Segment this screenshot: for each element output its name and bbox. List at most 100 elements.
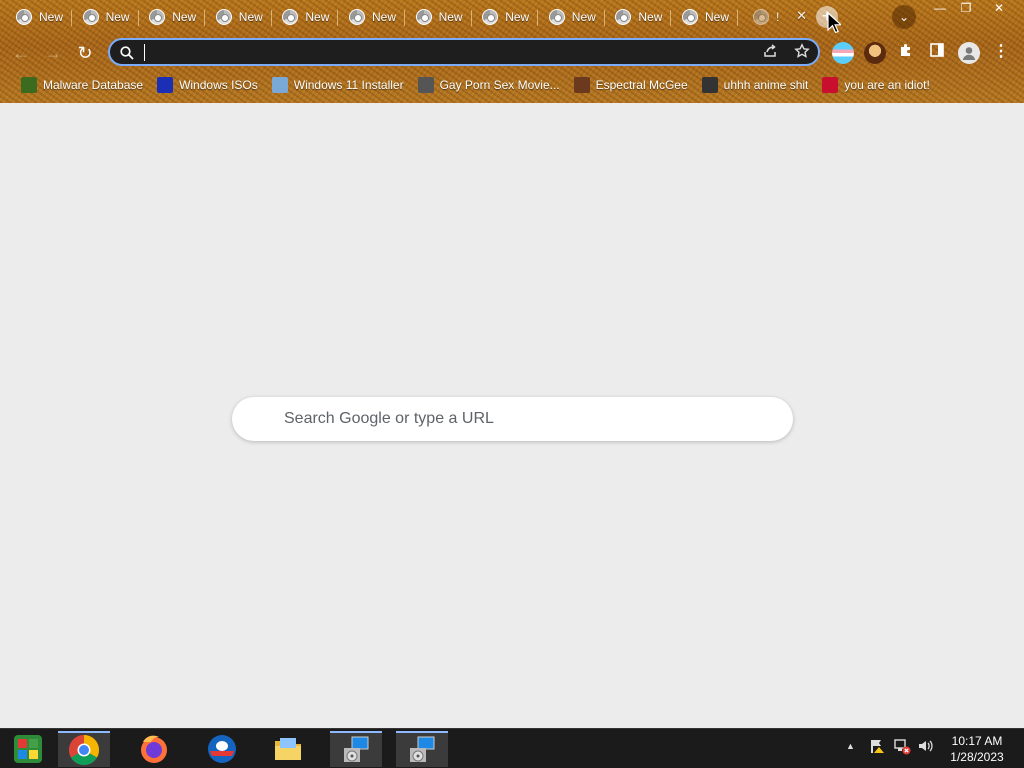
mouse-cursor-icon <box>827 12 841 34</box>
chrome-favicon-icon <box>615 9 632 25</box>
tab[interactable]: New <box>539 4 605 30</box>
text-caret <box>144 44 145 61</box>
clock-date: 1/28/2023 <box>950 750 1004 764</box>
reload-button[interactable]: ↻ <box>72 40 98 66</box>
bookmark-item[interactable]: Windows ISOs <box>150 74 265 96</box>
tab[interactable]: New <box>206 4 272 30</box>
chrome-favicon-icon <box>415 9 432 25</box>
clock-time: 10:17 AM <box>951 734 1003 748</box>
bookmark-label: Malware Database <box>43 78 144 92</box>
tab-title: New <box>238 10 263 24</box>
tab-title: New <box>39 10 64 24</box>
clock[interactable]: 10:17 AM 1/28/2023 <box>932 733 1022 765</box>
bookmark-label: Windows 11 Installer <box>293 78 404 92</box>
tab[interactable]: New <box>672 4 738 30</box>
bookmark-favicon-icon <box>701 77 718 93</box>
chrome-favicon-icon <box>282 9 299 25</box>
minimize-button[interactable]: — <box>926 0 954 18</box>
menu-kebab-icon[interactable]: ⋮ <box>990 42 1012 64</box>
bookmark-item[interactable]: Windows 11 Installer <box>265 74 411 96</box>
tab-title: New <box>305 10 330 24</box>
forward-button[interactable]: → <box>40 40 66 66</box>
tab[interactable]: New <box>73 4 139 30</box>
show-hidden-icons-button[interactable]: ▲ <box>846 741 855 751</box>
bookmark-label: Espectral McGee <box>595 78 688 92</box>
tab-title: New <box>705 10 730 24</box>
tab-title: New <box>172 10 197 24</box>
taskbar-installer-1[interactable] <box>330 731 382 767</box>
tab-title: ! <box>776 10 780 24</box>
toolbar: ← → ↻ ⋮ <box>0 36 1024 70</box>
bookmark-item[interactable]: you are an idiot! <box>815 74 936 96</box>
restore-button[interactable]: ❐ <box>952 0 980 18</box>
network-error-icon[interactable] <box>893 737 911 758</box>
tab-close-icon[interactable]: ✕ <box>796 8 807 24</box>
tab-title: New <box>638 10 663 24</box>
address-input[interactable] <box>142 42 742 62</box>
tab-title: New <box>105 10 130 24</box>
installer-icon <box>410 736 435 762</box>
star-icon[interactable] <box>792 43 812 63</box>
address-bar[interactable] <box>108 38 820 66</box>
tab-title: New <box>372 10 397 24</box>
bookmark-favicon-icon <box>417 77 434 93</box>
tab-title: New <box>438 10 463 24</box>
bookmark-label: Windows ISOs <box>179 78 258 92</box>
tab[interactable]: New <box>339 4 405 30</box>
tab-separator <box>737 10 738 26</box>
bookmark-favicon-icon <box>822 77 839 93</box>
bookmark-favicon-icon <box>573 77 590 93</box>
bookmark-label: you are an idiot! <box>844 78 930 92</box>
bookmark-favicon-icon <box>157 77 174 93</box>
outlook-icon <box>208 735 236 763</box>
tab-active[interactable]: ! ✕ <box>743 4 813 30</box>
chrome-favicon-icon <box>482 9 499 25</box>
share-icon[interactable] <box>760 43 780 63</box>
tab-strip: New New New New New New New New New New New <box>0 0 1024 34</box>
chrome-favicon-icon <box>149 9 166 25</box>
bookmarks-bar: Malware Database Windows ISOs Windows 11 I… <box>0 72 1024 98</box>
bookmark-item[interactable]: uhhh anime shit <box>695 74 816 96</box>
google-search-input[interactable] <box>232 397 793 441</box>
bookmark-item[interactable]: Espectral McGee <box>567 74 695 96</box>
tab[interactable]: New <box>605 4 672 30</box>
side-panel-icon[interactable] <box>926 42 948 64</box>
taskbar-file-explorer[interactable] <box>262 731 314 767</box>
start-orb-icon <box>14 735 42 763</box>
tab[interactable]: New <box>272 4 339 30</box>
taskbar-installer-2[interactable] <box>396 731 448 767</box>
chrome-favicon-icon <box>548 9 565 25</box>
taskbar-chrome[interactable] <box>58 731 110 767</box>
bookmark-favicon-icon <box>271 77 288 93</box>
tab[interactable]: New <box>406 4 472 30</box>
taskbar-outlook[interactable] <box>196 731 248 767</box>
taskbar: ▲ 10:17 AM 1/28/2023 <box>0 728 1024 768</box>
chrome-favicon-icon <box>16 9 32 25</box>
bookmark-label: Gay Porn Sex Movie... <box>439 78 560 92</box>
firefox-icon <box>141 735 167 763</box>
bookmark-item[interactable]: Gay Porn Sex Movie... <box>411 74 567 96</box>
extension-avatar-icon[interactable] <box>864 42 886 64</box>
profile-avatar-icon[interactable] <box>958 42 980 64</box>
loading-favicon-icon <box>753 9 769 25</box>
tab-search-button[interactable]: ⌄ <box>892 5 916 29</box>
tab[interactable]: New <box>139 4 206 30</box>
bookmark-item[interactable]: Malware Database <box>14 74 150 96</box>
installer-icon <box>344 736 369 762</box>
tab[interactable]: New <box>6 4 72 30</box>
bookmark-label: uhhh anime shit <box>723 78 809 92</box>
search-icon <box>120 46 134 60</box>
tab-title: New <box>571 10 596 24</box>
chrome-favicon-icon <box>349 9 365 25</box>
extensions-puzzle-icon[interactable] <box>895 42 917 64</box>
tab[interactable]: New <box>472 4 539 30</box>
extension-flag-icon[interactable] <box>832 42 854 64</box>
action-center-flag-icon[interactable] <box>868 737 886 758</box>
start-button[interactable] <box>2 731 54 767</box>
close-window-button[interactable]: ✕ <box>984 0 1014 18</box>
chrome-favicon-icon <box>82 9 99 25</box>
new-tab-page <box>0 103 1024 728</box>
back-button[interactable]: ← <box>8 40 34 66</box>
taskbar-firefox[interactable] <box>128 731 180 767</box>
chrome-icon <box>68 735 100 766</box>
